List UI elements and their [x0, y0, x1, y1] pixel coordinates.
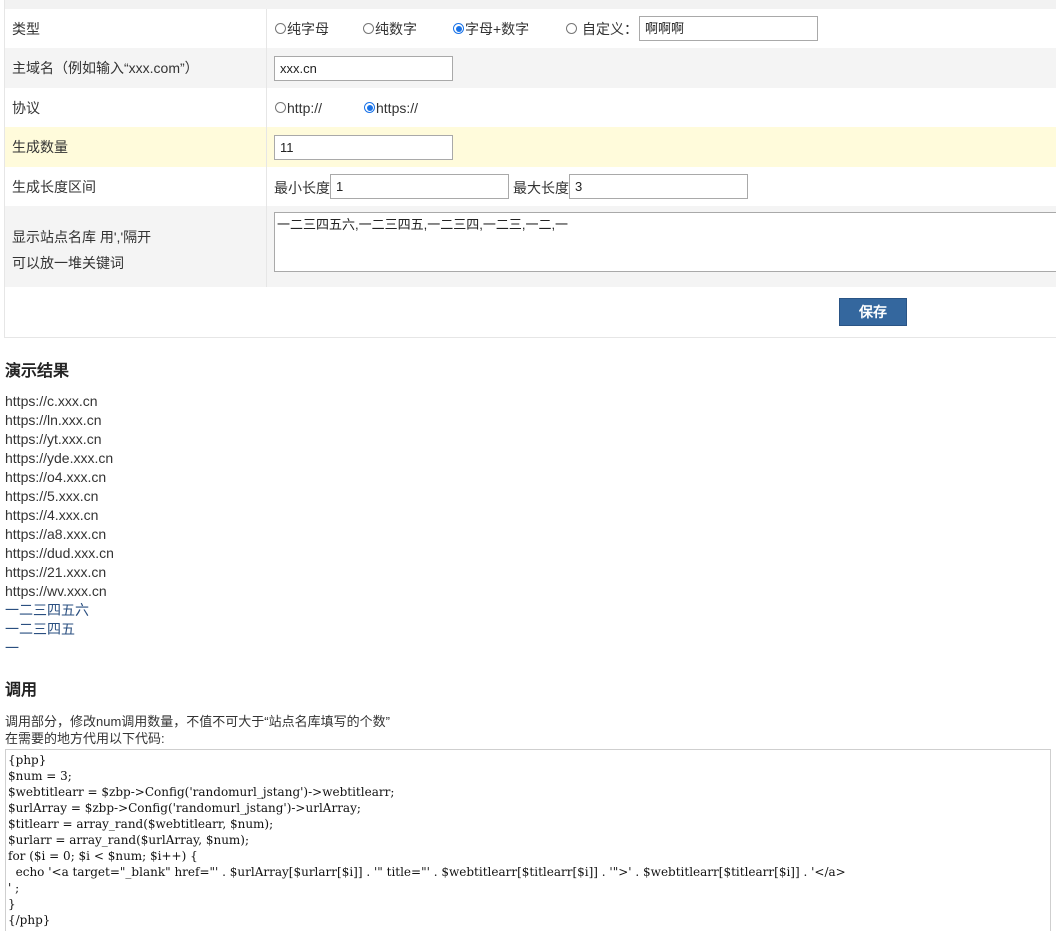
demo-results: https://c.xxx.cn https://ln.xxx.cn https… — [5, 392, 114, 658]
code-line: {php} — [8, 753, 47, 767]
radio-http[interactable]: http:// — [275, 88, 322, 127]
radio-custom[interactable]: 自定义： — [566, 9, 638, 48]
count-row: 生成数量 11 — [5, 127, 1056, 167]
min-length-input[interactable]: 1 — [330, 174, 509, 199]
names-label: 显示站点名库 用','隔开 可以放一堆关键词 — [5, 206, 267, 287]
result-url: https://yt.xxx.cn — [5, 431, 102, 447]
type-row: 类型 纯字母 纯数字 字母+数字 自定义： 啊啊啊 — [5, 9, 1056, 48]
save-button[interactable]: 保存 — [839, 298, 907, 326]
code-line: {/php} — [8, 913, 51, 927]
type-label: 类型 — [5, 9, 267, 48]
result-url: https://c.xxx.cn — [5, 393, 98, 409]
length-row: 生成长度区间 最小长度 1 最大长度 3 — [5, 167, 1056, 206]
radio-http-icon[interactable] — [275, 102, 286, 113]
result-url: https://4.xxx.cn — [5, 507, 99, 523]
demo-title: 演示结果 — [5, 363, 70, 380]
radio-letters-icon[interactable] — [275, 23, 286, 34]
domain-input[interactable]: xxx.cn — [274, 56, 453, 81]
code-line: } — [8, 897, 16, 911]
count-input[interactable]: 11 — [274, 135, 453, 160]
code-line: $num = 3; — [8, 769, 72, 783]
result-link[interactable]: 一 — [5, 639, 114, 658]
length-label: 生成长度区间 — [5, 167, 267, 206]
result-url: https://5.xxx.cn — [5, 488, 99, 504]
code-block[interactable]: {php} $num = 3; $webtitlearr = $zbp->Confi… — [5, 749, 1051, 931]
radio-custom-icon[interactable] — [566, 23, 577, 34]
result-url: https://wv.xxx.cn — [5, 583, 107, 599]
radio-digits[interactable]: 纯数字 — [363, 9, 417, 48]
names-textarea[interactable]: 一二三四五六,一二三四五,一二三四,一二三,一二,一 — [274, 212, 1056, 272]
radio-letters-digits[interactable]: 字母+数字 — [453, 9, 529, 48]
names-row: 显示站点名库 用','隔开 可以放一堆关键词 一二三四五六,一二三四五,一二三四… — [5, 206, 1056, 287]
code-line: $titlearr = array_rand($webtitlearr, $nu… — [8, 817, 274, 831]
result-url: https://dud.xxx.cn — [5, 545, 114, 561]
domain-row: 主域名（例如输入“xxx.com”） xxx.cn — [5, 48, 1056, 88]
code-line: $urlarr = array_rand($urlArray, $num); — [8, 833, 250, 847]
top-strip — [5, 0, 1056, 9]
radio-letters-digits-icon[interactable] — [453, 23, 464, 34]
result-url: https://21.xxx.cn — [5, 564, 107, 580]
domain-label: 主域名（例如输入“xxx.com”） — [5, 48, 267, 88]
usage-title: 调用 — [5, 682, 38, 699]
usage-description: 调用部分，修改num调用数量，不值不可大于“站点名库填写的个数” 在需要的地方代… — [5, 714, 390, 746]
min-length-label: 最小长度 — [274, 180, 330, 196]
count-label: 生成数量 — [5, 127, 267, 167]
custom-input[interactable]: 啊啊啊 — [639, 16, 818, 41]
result-url: https://ln.xxx.cn — [5, 412, 102, 428]
code-line: ' ; — [8, 881, 20, 895]
result-url: https://yde.xxx.cn — [5, 450, 114, 466]
code-line: for ($i = 0; $i < $num; $i++) { — [8, 849, 198, 863]
code-line: $urlArray = $zbp->Config('randomurl_jsta… — [8, 801, 361, 815]
protocol-row: 协议 http:// https:// — [5, 88, 1056, 127]
settings-form: 类型 纯字母 纯数字 字母+数字 自定义： 啊啊啊 主域名（例如输入“xxx.c… — [4, 0, 1056, 338]
code-line: $webtitlearr = $zbp->Config('randomurl_j… — [8, 785, 395, 799]
result-link[interactable]: 一二三四五六 — [5, 601, 114, 620]
result-url: https://a8.xxx.cn — [5, 526, 107, 542]
code-line: echo '<a target="_blank" href="' . $urlA… — [8, 865, 846, 879]
max-length-input[interactable]: 3 — [569, 174, 748, 199]
radio-https-icon[interactable] — [364, 102, 375, 113]
result-link[interactable]: 一二三四五 — [5, 620, 114, 639]
radio-digits-icon[interactable] — [363, 23, 374, 34]
result-url: https://o4.xxx.cn — [5, 469, 107, 485]
max-length-label: 最大长度 — [513, 180, 569, 196]
radio-https[interactable]: https:// — [364, 88, 418, 127]
radio-letters[interactable]: 纯字母 — [275, 9, 329, 48]
protocol-label: 协议 — [5, 88, 267, 127]
